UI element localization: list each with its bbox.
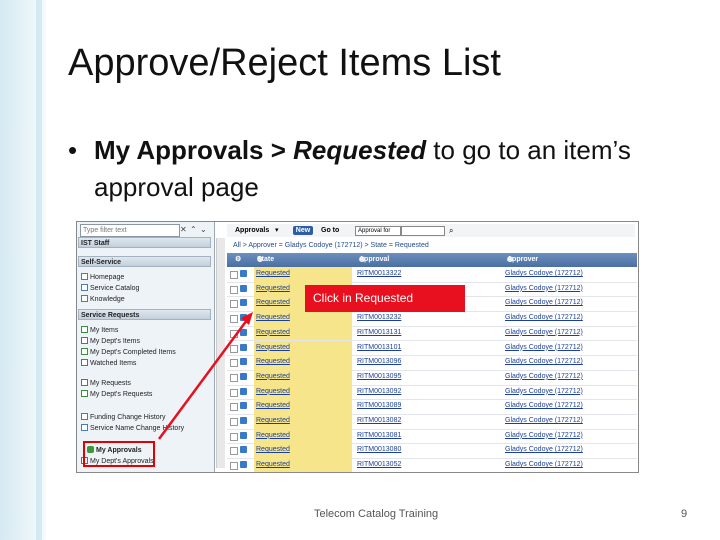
band-stripe (36, 0, 42, 540)
callout-arrow (157, 312, 253, 440)
bullet-marker: • (68, 135, 78, 165)
slide-title: Approve/Reject Items List (68, 42, 501, 84)
bullet-bold-italic: Requested (293, 135, 427, 165)
screenshot-panel: Type filter text ✕ ⌃ ⌄ IST Staff Self-Ser… (76, 221, 639, 473)
bullet-text: My Approvals > Requested to go to an ite… (94, 132, 714, 206)
bullet-bold: My Approvals > (94, 135, 294, 165)
footer-text: Telecom Catalog Training (314, 508, 439, 520)
slide-left-band (0, 0, 46, 540)
page-number: 9 (681, 508, 688, 520)
